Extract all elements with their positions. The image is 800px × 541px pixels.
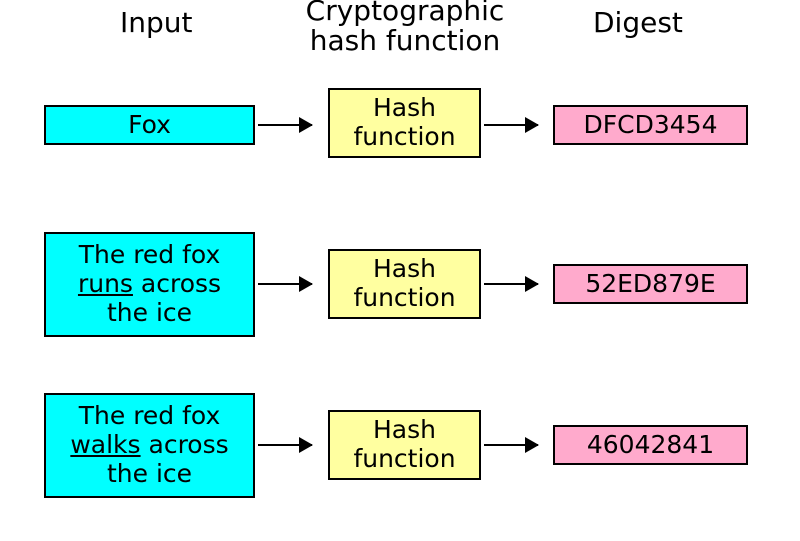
- digest-box-1: DFCD3454: [553, 105, 748, 145]
- header-digest: Digest: [593, 6, 683, 39]
- digest-text-2: 52ED879E: [585, 270, 715, 299]
- hash-label-3a: Hash: [353, 416, 455, 445]
- arrow-3a: [258, 444, 312, 446]
- arrow-2b: [484, 283, 538, 285]
- arrow-1a: [258, 124, 312, 126]
- header-hash-line2: hash function: [300, 24, 510, 57]
- arrow-2a: [258, 283, 312, 285]
- header-input: Input: [120, 6, 193, 39]
- input-box-3: The red fox walks across the ice: [44, 393, 255, 498]
- hash-label-1b: function: [353, 123, 455, 152]
- hash-label-2b: function: [353, 284, 455, 313]
- input-text-2-l1: The red fox: [78, 241, 221, 270]
- digest-text-1: DFCD3454: [584, 111, 718, 140]
- input-text-3-l1: The red fox: [70, 402, 228, 431]
- hash-label-2a: Hash: [353, 255, 455, 284]
- header-hash-line1: Cryptographic: [300, 0, 510, 27]
- input-text-3-l2: walks across: [70, 431, 228, 460]
- digest-box-3: 46042841: [553, 425, 748, 465]
- input-text-3-post: across: [141, 430, 229, 459]
- hash-box-1: Hash function: [328, 88, 481, 158]
- hash-label-1a: Hash: [353, 94, 455, 123]
- arrow-3b: [484, 444, 538, 446]
- hash-label-3b: function: [353, 445, 455, 474]
- input-text-3-key: walks: [70, 430, 140, 459]
- input-text-1: Fox: [128, 111, 171, 140]
- hash-box-2: Hash function: [328, 249, 481, 319]
- hash-function-diagram: Input Cryptographic hash function Digest…: [0, 0, 800, 541]
- input-text-3-l3: the ice: [70, 460, 228, 489]
- hash-box-3: Hash function: [328, 410, 481, 480]
- digest-box-2: 52ED879E: [553, 264, 748, 304]
- input-text-2-post: across: [133, 269, 221, 298]
- digest-text-3: 46042841: [587, 431, 714, 460]
- input-text-2-key: runs: [78, 269, 133, 298]
- input-box-2: The red fox runs across the ice: [44, 232, 255, 337]
- input-box-1: Fox: [44, 105, 255, 145]
- input-text-2-l2: runs across: [78, 270, 221, 299]
- input-text-2-l3: the ice: [78, 299, 221, 328]
- arrow-1b: [484, 124, 538, 126]
